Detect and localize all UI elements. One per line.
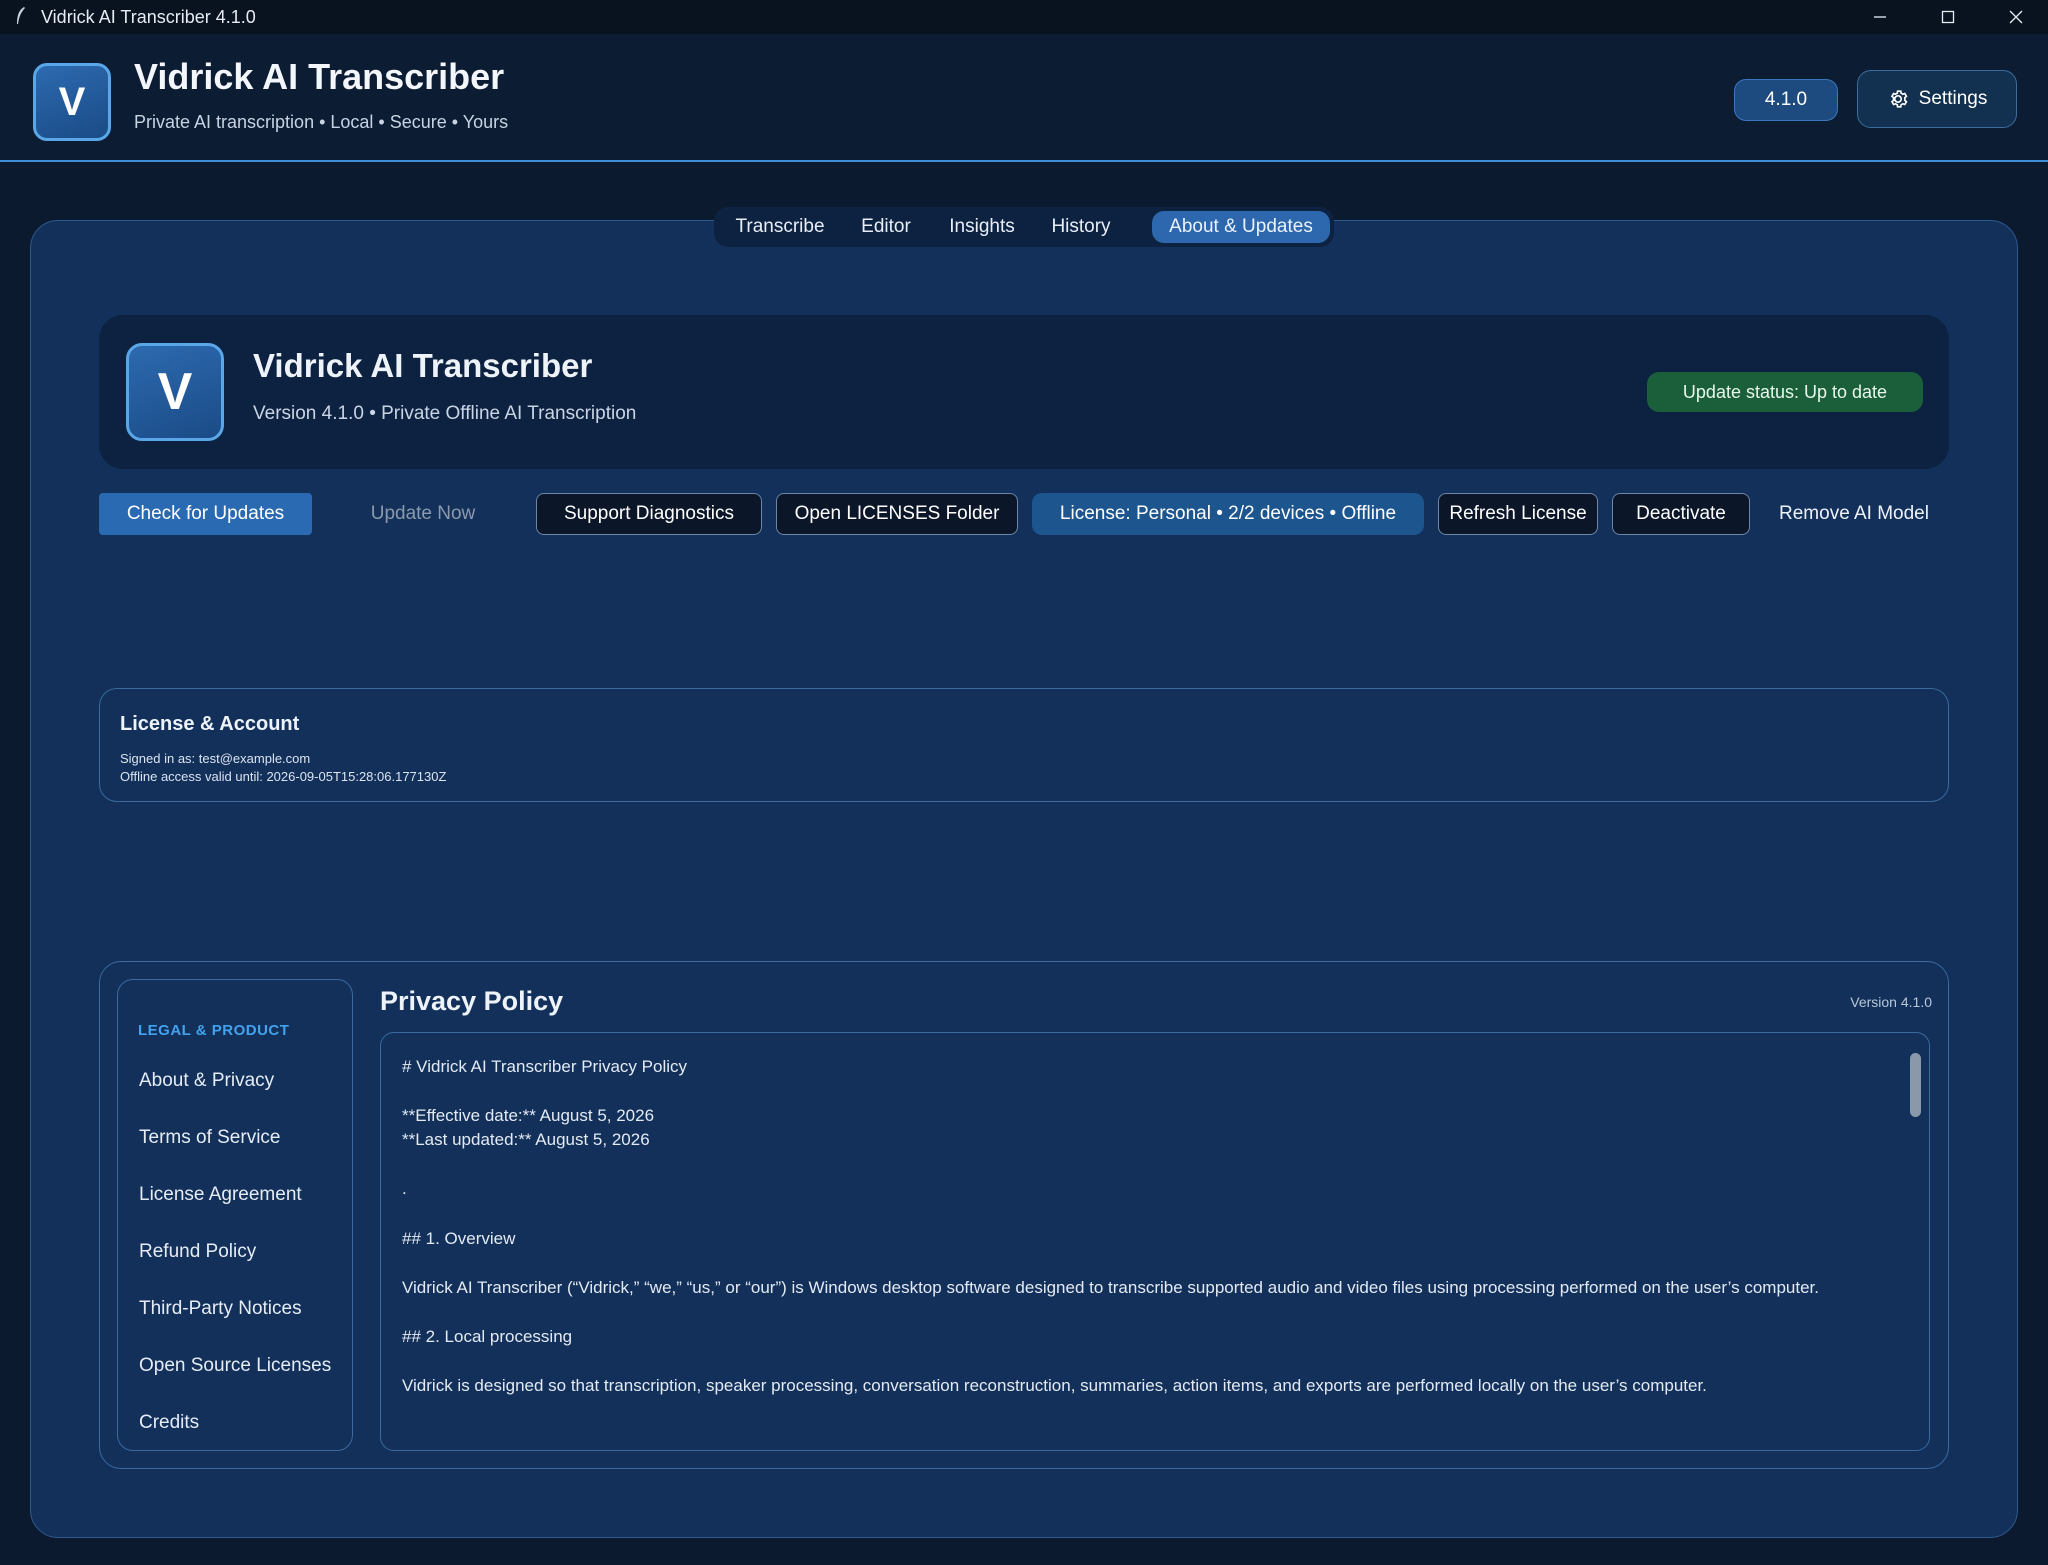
doc-line: . [402,1179,407,1198]
version-badge: 4.1.0 [1734,79,1838,121]
doc-line: ## 2. Local processing [402,1327,573,1346]
tab-about-updates[interactable]: About & Updates [1152,211,1330,243]
about-subtitle: Version 4.1.0 • Private Offline AI Trans… [253,403,637,424]
settings-label: Settings [1918,88,1988,109]
doc-line: Vidrick AI Transcriber (“Vidrick,” “we,”… [402,1278,1819,1297]
offline-valid-text: Offline access valid until: 2026-09-05T1… [120,769,447,784]
minimize-icon [1874,16,1886,18]
doc-line: **Effective date:** August 5, 2026 [402,1106,655,1125]
about-title: Vidrick AI Transcriber [253,347,593,384]
about-card: V Vidrick AI Transcriber Version 4.1.0 •… [99,315,1949,469]
close-button[interactable] [1982,0,2048,34]
policy-text-area[interactable]: # Vidrick AI Transcriber Privacy Policy … [380,1032,1930,1451]
legal-nav: LEGAL & PRODUCT About & Privacy Terms of… [117,979,353,1451]
legal-item-about-privacy[interactable]: About & Privacy [139,1070,274,1092]
maximize-icon [1941,10,1955,24]
policy-title: Privacy Policy [380,986,564,1016]
support-diagnostics-button[interactable]: Support Diagnostics [536,493,762,535]
settings-button[interactable]: Settings [1857,70,2017,128]
app-logo: V [33,63,111,141]
license-account-card: License & Account Signed in as: test@exa… [99,688,1949,802]
doc-line: ## 1. Overview [402,1229,516,1248]
scrollbar-thumb[interactable] [1910,1053,1921,1117]
doc-line: # Vidrick AI Transcriber Privacy Policy [402,1057,687,1076]
doc-line: Vidrick is designed so that transcriptio… [402,1376,1707,1395]
minimize-button[interactable] [1846,0,1914,34]
window-title: Vidrick AI Transcriber 4.1.0 [41,7,256,27]
about-logo: V [126,343,224,441]
deactivate-button[interactable]: Deactivate [1612,493,1750,535]
tab-bar: Transcribe Editor Insights History About… [714,207,1334,247]
legal-nav-heading: LEGAL & PRODUCT [138,1022,290,1039]
app-subtitle: Private AI transcription • Local • Secur… [134,112,509,132]
policy-version: Version 4.1.0 [1850,994,1932,1010]
legal-item-license-agreement[interactable]: License Agreement [139,1184,302,1206]
open-licenses-folder-button[interactable]: Open LICENSES Folder [776,493,1018,535]
tab-history[interactable]: History [1038,211,1124,243]
remove-ai-model-button[interactable]: Remove AI Model [1764,493,1944,535]
legal-item-credits[interactable]: Credits [139,1412,199,1434]
tab-transcribe[interactable]: Transcribe [724,211,836,243]
gear-icon [1890,90,1908,108]
app-title: Vidrick AI Transcriber [134,56,505,97]
check-updates-button[interactable]: Check for Updates [99,493,312,535]
close-icon [2009,10,2023,24]
title-bar: Vidrick AI Transcriber 4.1.0 [0,0,2048,34]
legal-item-third-party[interactable]: Third-Party Notices [139,1298,302,1320]
license-account-title: License & Account [120,713,300,735]
update-now-button[interactable]: Update Now [348,493,498,535]
legal-panel: LEGAL & PRODUCT About & Privacy Terms of… [99,961,1949,1469]
update-status-badge: Update status: Up to date [1647,372,1923,412]
doc-line: **Last updated:** August 5, 2026 [402,1130,650,1149]
tab-insights[interactable]: Insights [936,211,1028,243]
signed-in-text: Signed in as: test@example.com [120,751,311,766]
license-status-badge: License: Personal • 2/2 devices • Offlin… [1032,493,1424,535]
refresh-license-button[interactable]: Refresh License [1438,493,1598,535]
feather-icon [17,7,25,24]
app-header: V Vidrick AI Transcriber Private AI tran… [0,34,2048,162]
legal-item-terms[interactable]: Terms of Service [139,1127,280,1149]
maximize-button[interactable] [1914,0,1982,34]
legal-item-open-source[interactable]: Open Source Licenses [139,1355,331,1377]
tab-editor[interactable]: Editor [846,211,926,243]
legal-item-refund-policy[interactable]: Refund Policy [139,1241,256,1263]
